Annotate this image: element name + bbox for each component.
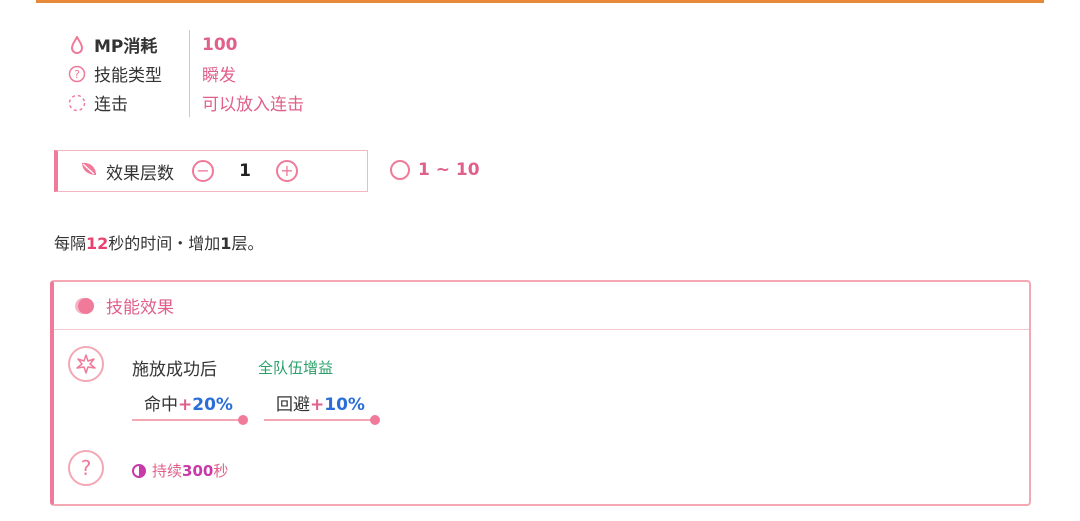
increment-button[interactable]: +	[276, 160, 298, 182]
decrement-button[interactable]: −	[192, 160, 214, 182]
duration-value: 300	[182, 461, 214, 480]
desc-text: 每隔	[54, 234, 87, 253]
info-row-mp: MP消耗 100	[68, 30, 304, 59]
info-key-label: MP消耗	[94, 37, 158, 57]
top-divider	[36, 0, 1044, 3]
info-key-label: 技能类型	[94, 66, 162, 86]
cast-condition: 施放成功后	[132, 360, 217, 380]
dashed-circle-icon	[68, 94, 86, 112]
question-icon: ?	[68, 450, 104, 486]
card-header: 技能效果	[54, 282, 1029, 330]
circle-icon	[390, 160, 410, 180]
stat-dot	[370, 415, 380, 425]
info-value: 100	[202, 34, 238, 55]
stat-underline	[264, 419, 374, 421]
stat-plus: +	[178, 395, 193, 415]
question-mark: ?	[80, 456, 92, 480]
effect-layer-stepper: 效果层数 − 1 +	[54, 150, 368, 192]
stat-value: 20%	[192, 395, 233, 415]
duration-text: 持续	[152, 462, 183, 480]
layer-range: 1 ~ 10	[390, 160, 480, 180]
skill-info-table: MP消耗 100 ? 技能类型 瞬发 连击 可以放入连击	[68, 30, 304, 117]
stat-label: 命中	[144, 395, 178, 415]
stat-label: 回避	[276, 395, 310, 415]
range-text: 1 ~ 10	[418, 160, 480, 180]
desc-increment: 1	[220, 234, 232, 253]
burst-icon	[68, 346, 104, 382]
stepper-label: 效果层数	[106, 163, 174, 184]
stat-accuracy: 命中+20%	[144, 390, 233, 415]
desc-interval: 12	[86, 234, 109, 253]
leaf-icon	[80, 161, 98, 181]
dot-icon	[78, 297, 94, 314]
info-key-label: 连击	[94, 95, 128, 115]
stat-value: 10%	[324, 395, 365, 415]
question-circle-icon: ?	[68, 65, 86, 83]
team-buff-label: 全队伍增益	[258, 359, 334, 377]
desc-text: 秒的时间・增加	[108, 234, 221, 253]
info-value: 瞬发	[202, 66, 236, 86]
info-value: 可以放入连击	[202, 95, 304, 115]
info-row-combo: 连击 可以放入连击	[68, 88, 304, 117]
info-row-type: ? 技能类型 瞬发	[68, 59, 304, 88]
stepper-value: 1	[239, 161, 251, 181]
svg-text:?: ?	[74, 68, 80, 81]
timer-icon	[132, 463, 146, 478]
drop-icon	[68, 35, 86, 54]
card-title: 技能效果	[106, 298, 174, 318]
skill-effect-card: 技能效果 施放成功后 全队伍增益 命中+20% 回避+10% ? 持续 300 秒	[50, 280, 1031, 506]
stat-dot	[238, 415, 248, 425]
stat-underline	[132, 419, 242, 421]
skill-description: 每隔12秒的时间・增加1层。	[54, 230, 263, 254]
desc-text: 层。	[231, 234, 264, 253]
stat-plus: +	[310, 395, 325, 415]
duration-unit: 秒	[213, 462, 229, 480]
duration: 持续 300 秒	[132, 460, 228, 481]
stat-evasion: 回避+10%	[276, 390, 365, 415]
